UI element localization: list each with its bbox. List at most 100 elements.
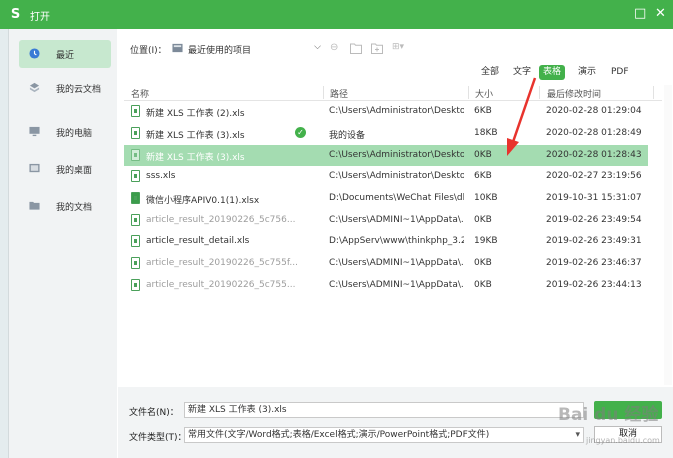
view-mode-icon[interactable]: ⊞▾ bbox=[392, 42, 404, 52]
filter-writer[interactable]: 文字 bbox=[509, 65, 535, 80]
file-row[interactable]: article_result_20190226_5c755... C:\User… bbox=[124, 275, 648, 296]
column-path-header[interactable]: 路径 bbox=[330, 87, 348, 100]
column-separator[interactable] bbox=[323, 86, 324, 99]
file-size: 0KB bbox=[474, 150, 492, 160]
baidu-watermark-url: jingyan.baidu.com bbox=[586, 436, 660, 445]
cloud-doc-icon bbox=[29, 82, 40, 93]
file-path: C:\Users\Administrator\Deskto... bbox=[329, 171, 464, 181]
sidebar-item-cloud-docs[interactable]: 我的云文档 bbox=[19, 74, 111, 102]
column-size-header[interactable]: 大小 bbox=[475, 87, 493, 100]
sidebar-item-label: 最近 bbox=[56, 51, 75, 61]
filename-label: 文件名(N)： bbox=[129, 408, 179, 418]
up-folder-icon[interactable] bbox=[350, 43, 362, 54]
file-name: 微信小程序APIV0.1(1).xlsx bbox=[146, 196, 260, 206]
main-panel: 位置(I)： 最近使用的项目 ⌵ ⊖ ⊞▾ 全部 文字 表格 演示 PDF 名称… bbox=[118, 29, 673, 458]
clock-icon bbox=[29, 48, 40, 59]
column-separator[interactable] bbox=[539, 86, 540, 99]
file-path: C:\Users\Administrator\Desktop bbox=[329, 106, 464, 116]
file-row[interactable]: article_result_20190226_5c756... C:\User… bbox=[124, 210, 648, 231]
file-list-header: 名称 路径 大小 最后修改时间 bbox=[124, 85, 662, 101]
file-row[interactable]: article_result_detail.xls D:\AppServ\www… bbox=[124, 231, 648, 252]
sidebar-item-my-documents[interactable]: 我的文档 bbox=[19, 192, 111, 220]
location-dropdown[interactable]: 最近使用的项目 ⌵ bbox=[168, 40, 323, 58]
column-date-header[interactable]: 最后修改时间 bbox=[547, 87, 601, 100]
file-row[interactable]: article_result_20190226_5c755f... C:\Use… bbox=[124, 253, 648, 274]
chevron-down-icon: ▾ bbox=[575, 430, 580, 440]
new-folder-icon[interactable] bbox=[371, 43, 383, 54]
file-name: 新建 XLS 工作表 (3).xls bbox=[146, 153, 245, 163]
column-name-header[interactable]: 名称 bbox=[131, 87, 149, 100]
file-name: 新建 XLS 工作表 (2).xls bbox=[146, 109, 245, 119]
xls-file-icon bbox=[131, 235, 140, 247]
xls-file-icon bbox=[131, 105, 140, 117]
file-name: article_result_20190226_5c755f... bbox=[146, 258, 298, 268]
filename-input[interactable]: 新建 XLS 工作表 (3).xls bbox=[184, 402, 584, 418]
file-date: 2020-02-28 01:28:49 bbox=[546, 128, 642, 138]
filter-all[interactable]: 全部 bbox=[477, 65, 503, 80]
file-size: 6KB bbox=[474, 106, 492, 116]
file-date: 2020-02-28 01:28:43 bbox=[546, 150, 642, 160]
file-path: 我的设备 bbox=[329, 131, 366, 141]
column-separator[interactable] bbox=[468, 86, 469, 99]
file-date: 2019-02-26 23:49:31 bbox=[546, 236, 642, 246]
file-path: D:\AppServ\www\thinkphp_3.2... bbox=[329, 236, 464, 246]
file-path: C:\Users\Administrator\Desktop bbox=[329, 150, 464, 160]
xls-file-icon bbox=[131, 127, 140, 139]
file-name: article_result_20190226_5c755... bbox=[146, 280, 296, 290]
xls-file-icon bbox=[131, 214, 140, 226]
file-date: 2019-02-26 23:49:54 bbox=[546, 215, 642, 225]
file-row[interactable]: 新建 XLS 工作表 (2).xls C:\Users\Administrato… bbox=[124, 101, 648, 122]
location-label: 位置(I)： bbox=[130, 46, 167, 56]
restore-button[interactable]: □ bbox=[634, 7, 646, 21]
filter-presentation[interactable]: 演示 bbox=[574, 65, 600, 80]
file-date: 2019-02-26 23:44:13 bbox=[546, 280, 642, 290]
filter-spreadsheet[interactable]: 表格 bbox=[539, 65, 566, 80]
file-size: 10KB bbox=[474, 193, 498, 203]
sidebar-item-recent[interactable]: 最近 bbox=[19, 40, 111, 68]
column-separator[interactable] bbox=[653, 86, 654, 99]
file-row[interactable]: sss.xls C:\Users\Administrator\Deskto...… bbox=[124, 166, 648, 187]
sidebar-item-label: 我的桌面 bbox=[56, 166, 93, 176]
desktop-icon bbox=[29, 163, 40, 173]
sidebar-item-my-computer[interactable]: 我的电脑 bbox=[19, 118, 111, 146]
file-path: D:\Documents\WeChat Files\dk... bbox=[329, 193, 464, 203]
filetype-label: 文件类型(T)： bbox=[129, 433, 187, 443]
file-size: 0KB bbox=[474, 280, 492, 290]
sidebar-item-my-desktop[interactable]: 我的桌面 bbox=[19, 155, 111, 183]
vertical-scrollbar[interactable] bbox=[664, 85, 672, 385]
file-row[interactable]: 微信小程序APIV0.1(1).xlsx D:\Documents\WeChat… bbox=[124, 188, 648, 209]
xlsx-file-icon bbox=[131, 192, 140, 204]
recent-items-icon bbox=[172, 43, 183, 53]
file-date: 2019-10-31 15:31:07 bbox=[546, 193, 642, 203]
file-size: 19KB bbox=[474, 236, 498, 246]
window-title: 打开 bbox=[30, 12, 50, 23]
xls-file-icon bbox=[131, 279, 140, 291]
file-size: 0KB bbox=[474, 258, 492, 268]
file-row[interactable]: 新建 XLS 工作表 (3).xls ✓ 我的设备 18KB 2020-02-2… bbox=[124, 123, 648, 144]
title-bar: S 打开 □ ✕ bbox=[0, 0, 673, 29]
file-name: article_result_detail.xls bbox=[146, 236, 250, 246]
baidu-watermark: Bai du 经验 bbox=[558, 405, 659, 425]
sidebar-item-label: 我的文档 bbox=[56, 203, 93, 213]
folder-icon bbox=[29, 201, 40, 210]
back-icon[interactable]: ⊖ bbox=[330, 42, 338, 53]
wps-logo-icon: S bbox=[10, 7, 21, 22]
file-name: sss.xls bbox=[146, 171, 176, 181]
file-date: 2020-02-28 01:29:04 bbox=[546, 106, 642, 116]
file-path: C:\Users\ADMINI~1\AppData\... bbox=[329, 258, 464, 268]
sidebar-item-label: 我的电脑 bbox=[56, 129, 93, 139]
location-value: 最近使用的项目 bbox=[188, 46, 252, 56]
filetype-value: 常用文件(文字/Word格式;表格/Excel格式;演示/PowerPoint格… bbox=[188, 430, 490, 440]
close-button[interactable]: ✕ bbox=[655, 7, 666, 21]
file-size: 18KB bbox=[474, 128, 498, 138]
filter-pdf[interactable]: PDF bbox=[607, 65, 633, 80]
file-row-selected[interactable]: 新建 XLS 工作表 (3).xls C:\Users\Administrato… bbox=[124, 145, 648, 166]
sidebar-item-label: 我的云文档 bbox=[56, 85, 102, 95]
file-date: 2020-02-27 23:19:56 bbox=[546, 171, 642, 181]
file-date: 2019-02-26 23:46:37 bbox=[546, 258, 642, 268]
computer-icon bbox=[29, 126, 40, 137]
xls-file-icon bbox=[131, 170, 140, 182]
chevron-down-icon: ⌵ bbox=[314, 42, 321, 52]
filetype-select[interactable]: 常用文件(文字/Word格式;表格/Excel格式;演示/PowerPoint格… bbox=[184, 427, 584, 443]
sidebar: 最近 我的云文档 我的电脑 我的桌面 我的文档 bbox=[9, 29, 117, 458]
